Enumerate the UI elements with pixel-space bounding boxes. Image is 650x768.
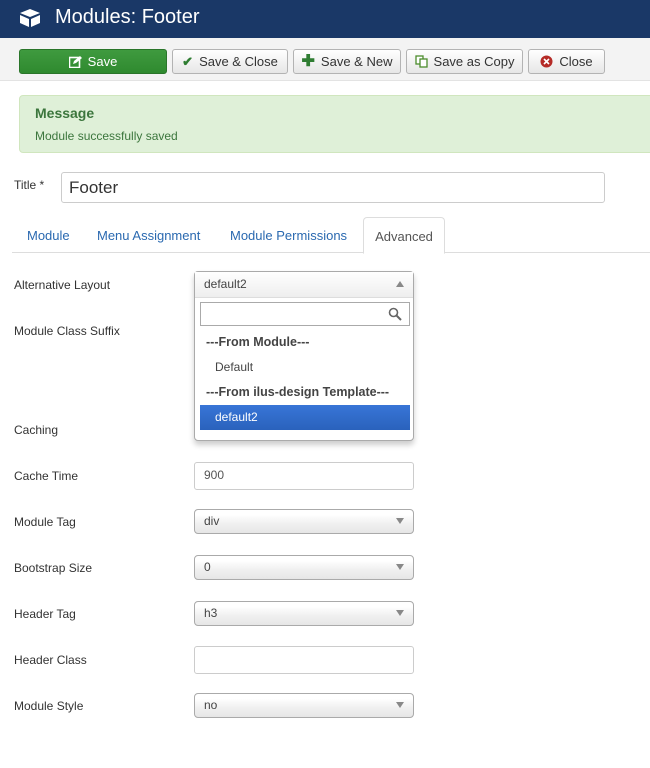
save-copy-label: Save as Copy <box>433 54 515 69</box>
cache-time-label: Cache Time <box>14 469 79 483</box>
close-label: Close <box>559 54 593 69</box>
search-icon <box>388 307 402 321</box>
tab-menu-assignment[interactable]: Menu Assignment <box>97 217 200 253</box>
cube-icon <box>20 9 40 27</box>
tab-module[interactable]: Module <box>27 217 70 253</box>
save-new-button[interactable]: ✚ Save & New <box>293 49 401 74</box>
module-style-value: no <box>204 698 218 712</box>
header-class-label: Header Class <box>14 653 87 667</box>
tab-advanced[interactable]: Advanced <box>363 217 445 254</box>
module-style-label: Module Style <box>14 699 84 713</box>
bootstrap-size-value: 0 <box>204 560 211 574</box>
module-tag-value: div <box>204 514 220 528</box>
chevron-down-icon <box>396 518 404 524</box>
save-label: Save <box>87 54 118 69</box>
option-default[interactable]: Default <box>200 355 410 380</box>
alternative-layout-label: Alternative Layout <box>14 278 111 292</box>
message-text: Module successfully saved <box>35 129 178 143</box>
bootstrap-size-select[interactable]: 0 <box>194 555 414 580</box>
copy-icon <box>414 55 428 68</box>
module-style-select[interactable]: no <box>194 693 414 718</box>
save-copy-button[interactable]: Save as Copy <box>406 49 523 74</box>
option-default2[interactable]: default2 <box>200 405 410 430</box>
header-tag-select[interactable]: h3 <box>194 601 414 626</box>
bootstrap-size-label: Bootstrap Size <box>14 561 93 575</box>
header-tag-label: Header Tag <box>14 607 76 621</box>
chevron-down-icon <box>396 702 404 708</box>
page-title: Modules: Footer <box>55 6 200 28</box>
chevron-up-icon <box>396 281 404 287</box>
save-new-label: Save & New <box>320 54 393 69</box>
header-tag-value: h3 <box>204 606 218 620</box>
alternative-layout-value: default2 <box>204 277 247 291</box>
tab-module-permissions[interactable]: Module Permissions <box>230 217 347 253</box>
save-close-button[interactable]: ✔ Save & Close <box>172 49 288 74</box>
message-heading: Message <box>35 105 95 121</box>
close-circle-icon <box>540 55 553 68</box>
save-button[interactable]: Save <box>19 49 167 74</box>
dropdown-search-input[interactable] <box>200 302 410 326</box>
header-class-input[interactable] <box>194 646 414 674</box>
toolbar: Save ✔ Save & Close ✚ Save & New Save as… <box>0 38 650 81</box>
tab-bar: Module Menu Assignment Module Permission… <box>12 217 650 254</box>
title-input[interactable] <box>61 172 605 203</box>
alternative-layout-dropdown[interactable]: default2 ---From Module--- Default ---Fr… <box>194 271 414 441</box>
module-tag-label: Module Tag <box>14 515 76 529</box>
option-group-from-template: ---From ilus-design Template--- <box>206 385 390 399</box>
chevron-down-icon <box>396 564 404 570</box>
module-class-suffix-label: Module Class Suffix <box>14 324 120 338</box>
check-icon: ✔ <box>182 54 194 69</box>
save-close-label: Save & Close <box>199 54 278 69</box>
close-button[interactable]: Close <box>528 49 605 74</box>
title-label: Title * <box>14 178 45 192</box>
plus-icon: ✚ <box>301 52 315 70</box>
alternative-layout-current[interactable]: default2 <box>195 272 413 298</box>
option-group-from-module: ---From Module--- <box>206 335 310 349</box>
cache-time-input[interactable]: 900 <box>194 462 414 490</box>
edit-icon <box>68 55 82 68</box>
page-header: Modules: Footer <box>0 0 650 38</box>
module-tag-select[interactable]: div <box>194 509 414 534</box>
caching-label: Caching <box>14 423 59 437</box>
success-message: Message Module successfully saved <box>19 95 650 153</box>
chevron-down-icon <box>396 610 404 616</box>
